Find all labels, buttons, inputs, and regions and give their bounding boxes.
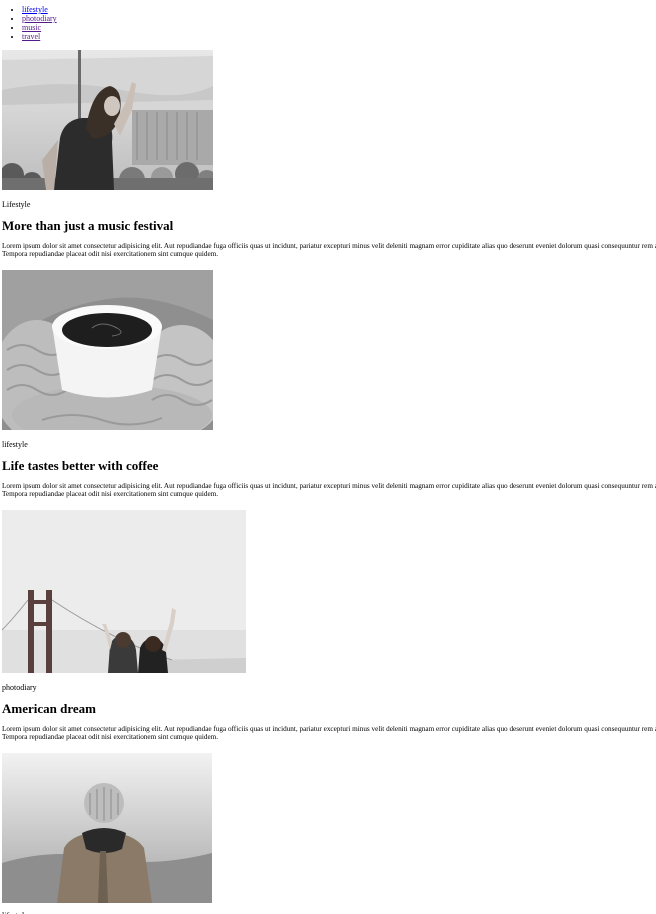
post-title[interactable]: Life tastes better with coffee — [2, 458, 656, 473]
nav-link-lifestyle[interactable]: lifestyle — [22, 5, 48, 14]
post-title[interactable]: More than just a music festival — [2, 218, 656, 233]
category-nav: lifestyle photodiary music travel — [0, 5, 57, 41]
post-category: lifestyle — [2, 440, 28, 449]
post-excerpt: Lorem ipsum dolor sit amet consectetur a… — [2, 242, 656, 258]
post-image-coffee — [2, 270, 213, 430]
post-excerpt: Lorem ipsum dolor sit amet consectetur a… — [2, 482, 656, 498]
post-title[interactable]: American dream — [2, 701, 656, 716]
nav-item-travel: travel — [22, 32, 57, 41]
post-card: lifestyle — [2, 753, 656, 914]
nav-link-music[interactable]: music — [22, 23, 41, 32]
post-image-music-festival — [2, 50, 213, 190]
post-card: lifestyle Life tastes better with coffee… — [2, 270, 656, 498]
post-card: photodiary American dream Lorem ipsum do… — [2, 510, 656, 741]
post-image-beanie — [2, 753, 212, 903]
nav-item-photodiary: photodiary — [22, 14, 57, 23]
nav-link-photodiary[interactable]: photodiary — [22, 14, 57, 23]
nav-item-music: music — [22, 23, 57, 32]
post-excerpt: Lorem ipsum dolor sit amet consectetur a… — [2, 725, 656, 741]
post-category: photodiary — [2, 683, 37, 692]
nav-link-travel[interactable]: travel — [22, 32, 40, 41]
post-category: Lifestyle — [2, 200, 31, 209]
nav-item-lifestyle: lifestyle — [22, 5, 57, 14]
post-card: Lifestyle More than just a music festiva… — [2, 50, 656, 258]
post-image-american-dream — [2, 510, 246, 673]
